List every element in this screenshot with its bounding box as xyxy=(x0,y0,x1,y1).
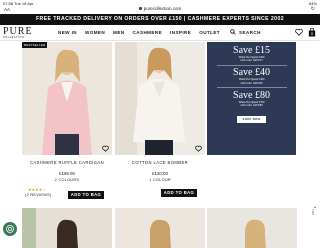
url-text[interactable]: purecollection.com xyxy=(144,6,182,11)
main-nav: NEW IN WOMEN MEN CASHMERE INSPIRE OUTLET xyxy=(58,30,220,35)
bag-button[interactable]: 0 xyxy=(308,28,316,37)
wishlist-heart-icon[interactable] xyxy=(102,145,109,152)
cookie-preferences-button[interactable] xyxy=(3,222,17,236)
add-to-bag-button[interactable]: ADD TO BAG xyxy=(68,191,104,199)
add-to-bag-button[interactable]: ADD TO BAG xyxy=(161,189,197,197)
nav-women[interactable]: WOMEN xyxy=(85,30,105,35)
model-photo xyxy=(207,208,297,248)
product-image-cotton-lace-bomber[interactable] xyxy=(115,42,205,155)
product-colours: 2 COLOURS xyxy=(54,178,80,182)
bag-count: 0 xyxy=(310,31,314,36)
search-button[interactable]: SEARCH xyxy=(230,29,261,35)
site-logo[interactable]: PURE COLLECTION xyxy=(3,26,33,40)
product-image[interactable] xyxy=(207,208,297,248)
wishlist-heart-icon[interactable] xyxy=(195,145,202,152)
product-price: £120.00 xyxy=(152,171,168,176)
model-photo xyxy=(115,208,205,248)
search-label: SEARCH xyxy=(239,29,261,35)
offer-divider xyxy=(216,87,287,88)
browser-address-bar[interactable]: AA purecollection.com ↻ xyxy=(0,6,320,14)
wishlist-heart-icon[interactable] xyxy=(295,28,303,36)
site-header: PURE COLLECTION NEW IN WOMEN MEN CASHMER… xyxy=(0,25,320,41)
offer-code-1: with code: SAVE15 xyxy=(240,59,263,63)
offer-amount-3: Save £80 xyxy=(233,89,270,101)
product-name[interactable]: CASHMERE RUFFLE CARDIGAN xyxy=(22,160,112,165)
save-offer-banner[interactable]: Save £15 When You Spend £200 with code: … xyxy=(207,42,296,155)
model-photo xyxy=(22,42,112,155)
product-image-cashmere-ruffle-cardigan[interactable]: BESTSELLER xyxy=(22,42,112,155)
nav-cashmere[interactable]: CASHMERE xyxy=(133,30,163,35)
model-photo xyxy=(115,42,205,155)
offer-code-3: with code: SAVE80 xyxy=(240,104,263,108)
product-name[interactable]: COTTON LACE BOMBER xyxy=(115,160,205,165)
offer-divider xyxy=(216,64,287,66)
product-price: £169.00 xyxy=(59,171,75,176)
product-card-2: COTTON LACE BOMBER £120.00 1 COLOUR ADD … xyxy=(115,155,205,205)
review-count[interactable]: (2 REVIEWS) xyxy=(25,193,52,197)
scroll-to-top-button[interactable]: ▲ TOP xyxy=(311,205,319,215)
fingerprint-icon xyxy=(6,225,14,233)
lock-icon xyxy=(138,7,142,11)
offer-amount-1: Save £15 xyxy=(233,45,270,56)
nav-men[interactable]: MEN xyxy=(113,30,124,35)
bestseller-badge: BESTSELLER xyxy=(22,42,48,48)
promo-banner[interactable]: FREE TRACKED DELIVERY ON ORDERS OVER £15… xyxy=(0,14,320,25)
model-photo xyxy=(22,208,112,248)
reader-settings-button[interactable]: AA xyxy=(4,7,10,12)
product-card-1: CASHMERE RUFFLE CARDIGAN £169.00 2 COLOU… xyxy=(22,155,112,205)
product-image[interactable] xyxy=(115,208,205,248)
nav-inspire[interactable]: INSPIRE xyxy=(170,30,191,35)
product-colours: 1 COLOUR xyxy=(149,178,171,182)
logo-main-text: PURE xyxy=(3,26,33,37)
offer-code-2: with code: SAVE40 xyxy=(240,81,263,85)
scroll-top-label: TOP xyxy=(311,209,315,216)
header-icons: 0 xyxy=(295,28,316,37)
nav-new-in[interactable]: NEW IN xyxy=(58,30,77,35)
search-icon xyxy=(230,29,236,35)
product-image[interactable] xyxy=(22,208,112,248)
shop-now-button[interactable]: SHOP NOW xyxy=(236,115,267,123)
nav-outlet[interactable]: OUTLET xyxy=(199,30,220,35)
offer-amount-2: Save £40 xyxy=(233,67,270,79)
rating-stars: ★★★★☆ xyxy=(28,187,46,192)
reload-icon[interactable]: ↻ xyxy=(311,6,315,12)
